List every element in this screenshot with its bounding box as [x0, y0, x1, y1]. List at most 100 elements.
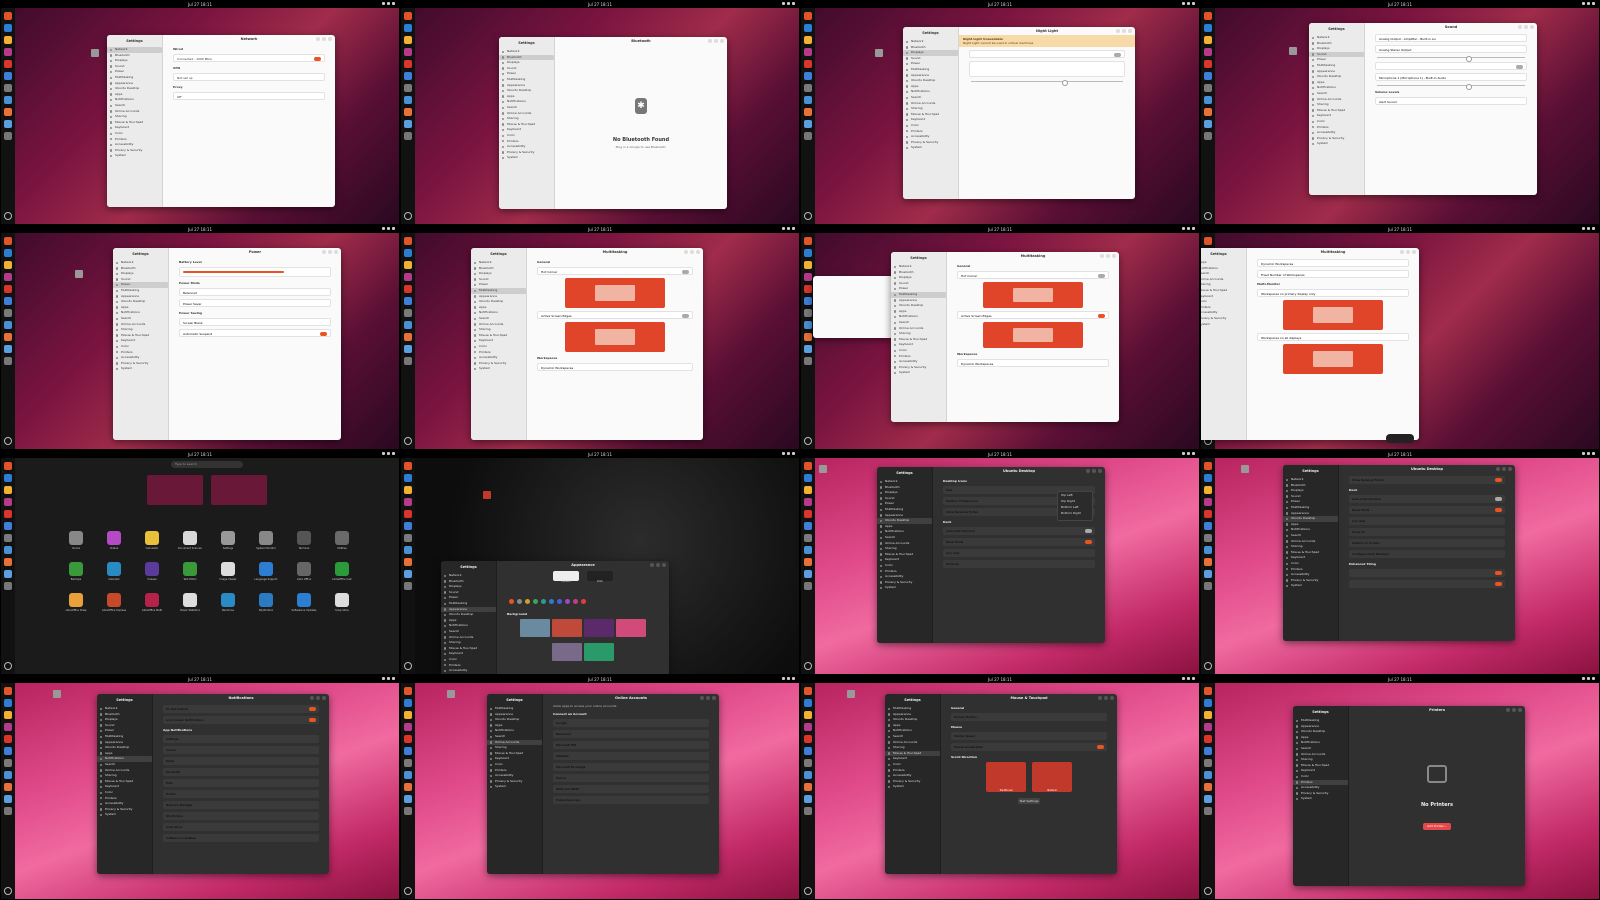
accent-swatch[interactable]: [580, 599, 586, 604]
dock-app-icon[interactable]: [4, 24, 12, 32]
dock-app-icon[interactable]: [404, 333, 412, 341]
sidebar-item[interactable]: System: [1309, 141, 1364, 147]
dock-app-icon[interactable]: [4, 747, 12, 755]
maximize-icon[interactable]: [1104, 696, 1108, 700]
clock[interactable]: Jul 27 18:11: [588, 2, 612, 7]
toggle-switch[interactable]: [682, 270, 689, 274]
dock-app-icon[interactable]: [804, 711, 812, 719]
system-tray[interactable]: [782, 677, 795, 680]
setting-row[interactable]: Enterprise Login: [553, 796, 709, 804]
dock-app-icon[interactable]: [404, 72, 412, 80]
dock-app-icon[interactable]: [404, 297, 412, 305]
dock-app-icon[interactable]: [404, 570, 412, 578]
setting-row[interactable]: [969, 61, 1125, 77]
dock-app-icon[interactable]: [404, 249, 412, 257]
app-launcher[interactable]: Videos: [99, 531, 129, 550]
dock-app-icon[interactable]: [4, 759, 12, 767]
dock-app-icon[interactable]: [1204, 96, 1212, 104]
show-apps-icon[interactable]: [1204, 212, 1212, 220]
style-option[interactable]: Default: [553, 571, 579, 583]
dock-app-icon[interactable]: [804, 297, 812, 305]
setting-row[interactable]: Active Screen Edges: [957, 311, 1109, 319]
tray-icon[interactable]: [1592, 227, 1595, 230]
dock-app-icon[interactable]: [804, 333, 812, 341]
clock[interactable]: Jul 27 18:11: [588, 677, 612, 682]
maximize-icon[interactable]: [714, 39, 718, 43]
setting-row[interactable]: Mouse Acceleration: [951, 743, 1107, 751]
system-tray[interactable]: [1182, 227, 1195, 230]
tray-icon[interactable]: [1582, 227, 1585, 230]
dock-app-icon[interactable]: [4, 807, 12, 815]
close-icon[interactable]: [1412, 250, 1416, 254]
dock-app-icon[interactable]: [1204, 120, 1212, 128]
close-icon[interactable]: [334, 250, 338, 254]
tray-icon[interactable]: [1182, 227, 1185, 230]
dock-app-icon[interactable]: [4, 333, 12, 341]
dock-app-icon[interactable]: [4, 120, 12, 128]
maximize-icon[interactable]: [316, 696, 320, 700]
setting-row[interactable]: Microsoft Exchange: [553, 763, 709, 771]
dock-app-icon[interactable]: [804, 24, 812, 32]
dock-app-icon[interactable]: [804, 498, 812, 506]
minimize-icon[interactable]: [1400, 250, 1404, 254]
minimize-icon[interactable]: [708, 39, 712, 43]
dock-app-icon[interactable]: [4, 309, 12, 317]
tray-icon[interactable]: [392, 452, 395, 455]
setting-row[interactable]: IMAP and SMTP: [553, 785, 709, 793]
setting-row[interactable]: Off: [173, 92, 325, 100]
sidebar-item[interactable]: System: [487, 784, 542, 790]
close-icon[interactable]: [1530, 25, 1534, 29]
tray-icon[interactable]: [1587, 677, 1590, 680]
system-tray[interactable]: [1582, 677, 1595, 680]
sidebar-item[interactable]: Search: [487, 734, 542, 740]
temperature-slider[interactable]: [971, 79, 1123, 86]
wallpaper-thumbnail[interactable]: [584, 619, 614, 637]
dock-app-icon[interactable]: [804, 510, 812, 518]
clock[interactable]: Jul 27 18:11: [1388, 677, 1412, 682]
maximize-icon[interactable]: [1512, 708, 1516, 712]
dock-app-icon[interactable]: [4, 570, 12, 578]
dock-app-icon[interactable]: [1204, 60, 1212, 68]
dock-app-icon[interactable]: [404, 309, 412, 317]
dock-app-icon[interactable]: [1204, 711, 1212, 719]
dock-app-icon[interactable]: [4, 510, 12, 518]
sidebar-item[interactable]: System: [1201, 322, 1246, 328]
clock[interactable]: Jul 27 18:11: [988, 452, 1012, 457]
maximize-icon[interactable]: [1502, 467, 1506, 471]
dock-app-icon[interactable]: [1204, 723, 1212, 731]
sidebar-item[interactable]: Sharing: [885, 745, 940, 751]
dock-app-icon[interactable]: [804, 120, 812, 128]
dock-app-icon[interactable]: [404, 783, 412, 791]
app-launcher[interactable]: Backups: [61, 562, 91, 581]
dock-app-icon[interactable]: [4, 711, 12, 719]
dock-app-icon[interactable]: [804, 261, 812, 269]
close-icon[interactable]: [1110, 696, 1114, 700]
input-volume-slider[interactable]: [1377, 83, 1525, 90]
dock-app-icon[interactable]: [4, 297, 12, 305]
dock-app-icon[interactable]: [4, 474, 12, 482]
dock-app-icon[interactable]: [804, 795, 812, 803]
dropdown-option[interactable]: Bottom Right: [1058, 510, 1092, 516]
tray-icon[interactable]: [792, 677, 795, 680]
maximize-icon[interactable]: [1524, 25, 1528, 29]
app-launcher[interactable]: Image Viewer: [213, 562, 243, 581]
workspace-thumbnail[interactable]: [147, 475, 203, 505]
dock-app-icon[interactable]: [404, 36, 412, 44]
setting-row[interactable]: Dynamic Workspaces: [1257, 259, 1409, 267]
dock-app-icon[interactable]: [1204, 498, 1212, 506]
tray-icon[interactable]: [382, 452, 385, 455]
dock-app-icon[interactable]: [4, 108, 12, 116]
dock-app-icon[interactable]: [404, 558, 412, 566]
accent-swatch[interactable]: [516, 599, 522, 604]
dock-app-icon[interactable]: [4, 522, 12, 530]
toggle-switch[interactable]: [1098, 274, 1105, 278]
dock-app-icon[interactable]: [804, 474, 812, 482]
home-folder-icon[interactable]: [447, 690, 455, 698]
accent-swatch[interactable]: [532, 599, 538, 604]
dock-app-icon[interactable]: [804, 96, 812, 104]
accent-swatch[interactable]: [564, 599, 570, 604]
dock-app-icon[interactable]: [404, 498, 412, 506]
dock-app-icon[interactable]: [804, 132, 812, 140]
dock-app-icon[interactable]: [404, 546, 412, 554]
close-icon[interactable]: [720, 39, 724, 43]
